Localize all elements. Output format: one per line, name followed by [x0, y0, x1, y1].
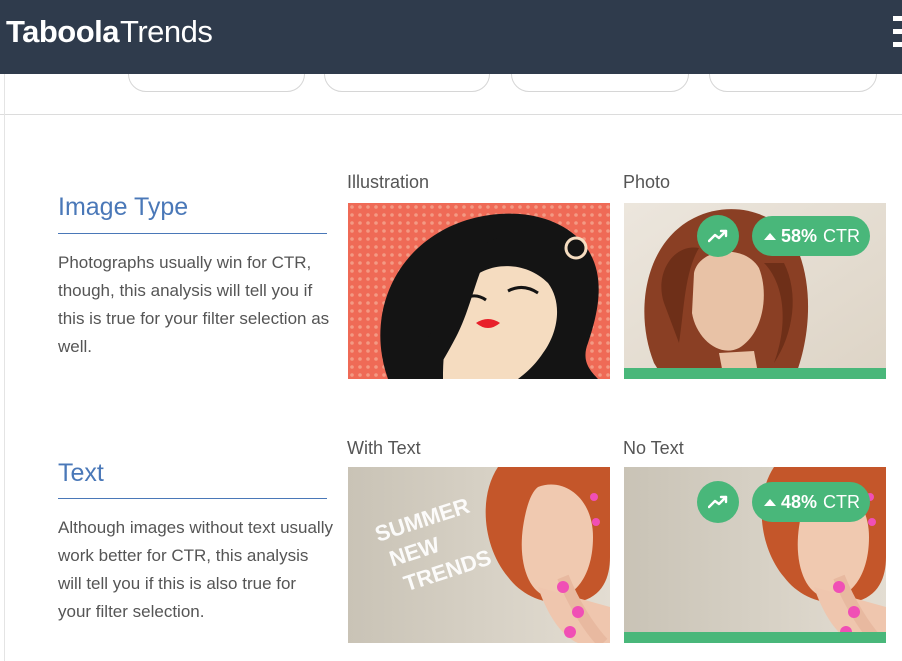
illustration-label: Illustration [347, 172, 430, 192]
photo-label: Photo [623, 172, 671, 192]
no-text-label: No Text [623, 438, 684, 458]
image-type-description: Photographs usually win for CTR, though,… [58, 253, 330, 356]
no-text-ctr-value: 48% [781, 491, 818, 512]
triangle-up-icon [764, 232, 776, 240]
trend-up-icon [697, 215, 739, 257]
top-header: Taboola Trends [0, 0, 902, 74]
image-type-title: Image Type [58, 193, 189, 221]
left-border [4, 74, 5, 661]
illustration-thumbnail [348, 203, 610, 379]
winner-indicator-bar [624, 368, 886, 379]
trend-up-icon [697, 481, 739, 523]
with-text-thumbnail: SUMMER NEW TRENDS [348, 467, 610, 643]
logo-light-text: Trends [120, 14, 213, 49]
text-title: Text [58, 459, 104, 487]
no-text-ctr-label: CTR [823, 491, 861, 512]
image-type-divider [58, 233, 327, 234]
with-text-label: With Text [347, 438, 421, 458]
photo-ctr-badge: 58% CTR [752, 216, 871, 256]
text-divider [58, 498, 327, 499]
no-text-ctr-badge: 48% CTR [752, 482, 871, 522]
with-text-image: SUMMER NEW TRENDS [348, 467, 610, 643]
taboola-trends-logo[interactable]: Taboola Trends [6, 12, 213, 52]
text-description: Although images without text usually wor… [58, 518, 333, 621]
triangle-up-icon [764, 498, 776, 506]
winner-indicator-bar [624, 632, 886, 643]
filter-bar [0, 56, 902, 115]
hamburger-menu-icon[interactable] [893, 16, 902, 50]
illustration-image [348, 203, 610, 379]
photo-ctr-label: CTR [823, 225, 861, 246]
logo-bold-text: Taboola [6, 14, 120, 49]
photo-ctr-value: 58% [781, 225, 818, 246]
